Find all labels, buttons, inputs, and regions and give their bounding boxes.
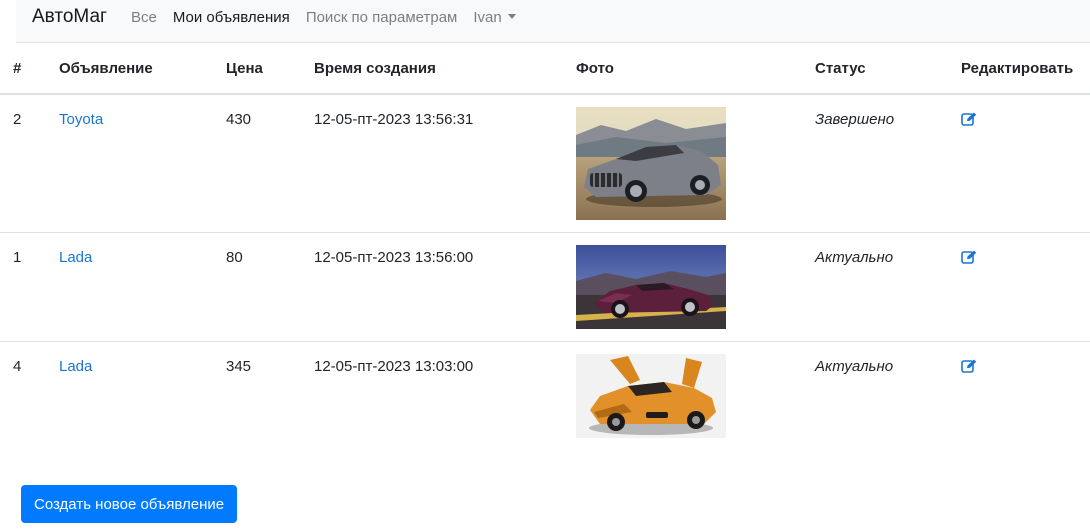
table-row: 2 Toyota 430 12-05-пт-2023 13:56:31 Заве… <box>0 94 1090 233</box>
ad-price: 430 <box>226 111 252 128</box>
header-ad: Объявление <box>59 44 226 95</box>
ad-created-time: 12-05-пт-2023 13:56:31 <box>314 111 474 128</box>
ad-title-link[interactable]: Toyota <box>59 95 226 128</box>
ad-price: 80 <box>226 249 243 266</box>
brand-logo[interactable]: АвтоМаг <box>32 6 107 28</box>
ad-created-time: 12-05-пт-2023 13:56:00 <box>314 249 474 266</box>
table-header-row: # Объявление Цена Время создания Фото Ст… <box>0 44 1090 95</box>
car-photo <box>576 245 726 329</box>
nav-link-my-ads[interactable]: Мои объявления <box>173 9 290 26</box>
header-photo: Фото <box>576 44 815 95</box>
edit-icon[interactable] <box>961 112 977 126</box>
header-price: Цена <box>226 44 314 95</box>
ads-table: # Объявление Цена Время создания Фото Ст… <box>0 44 1090 450</box>
car-photo <box>576 354 726 438</box>
edit-icon[interactable] <box>961 359 977 373</box>
table-row: 4 Lada 345 12-05-пт-2023 13:03:00 Актуал… <box>0 342 1090 451</box>
edit-icon[interactable] <box>961 250 977 264</box>
table-row: 1 Lada 80 12-05-пт-2023 13:56:00 Актуаль… <box>0 232 1090 342</box>
nav-link-search[interactable]: Поиск по параметрам <box>306 9 458 26</box>
ad-created-time: 12-05-пт-2023 13:03:00 <box>314 358 474 375</box>
caret-down-icon <box>507 13 516 19</box>
top-navbar: АвтоМаг Все Мои объявления Поиск по пара… <box>16 0 1090 43</box>
row-number: 2 <box>13 111 22 128</box>
header-edit: Редактировать <box>961 44 1090 95</box>
header-status: Статус <box>815 44 961 95</box>
status-text: Актуально <box>815 249 894 266</box>
ad-title-link[interactable]: Lada <box>59 233 226 266</box>
nav-link-all[interactable]: Все <box>131 9 157 26</box>
row-number: 4 <box>13 358 22 375</box>
user-name: Ivan <box>473 8 502 26</box>
row-number: 1 <box>13 249 22 266</box>
header-created: Время создания <box>314 44 576 95</box>
user-dropdown[interactable]: Ivan <box>473 8 516 26</box>
car-photo <box>576 107 726 220</box>
status-text: Актуально <box>815 358 894 375</box>
ad-title-link[interactable]: Lada <box>59 342 226 375</box>
ad-price: 345 <box>226 358 252 375</box>
status-text: Завершено <box>815 111 895 128</box>
create-ad-button[interactable]: Создать новое объявление <box>21 485 238 523</box>
header-number: # <box>0 44 59 95</box>
